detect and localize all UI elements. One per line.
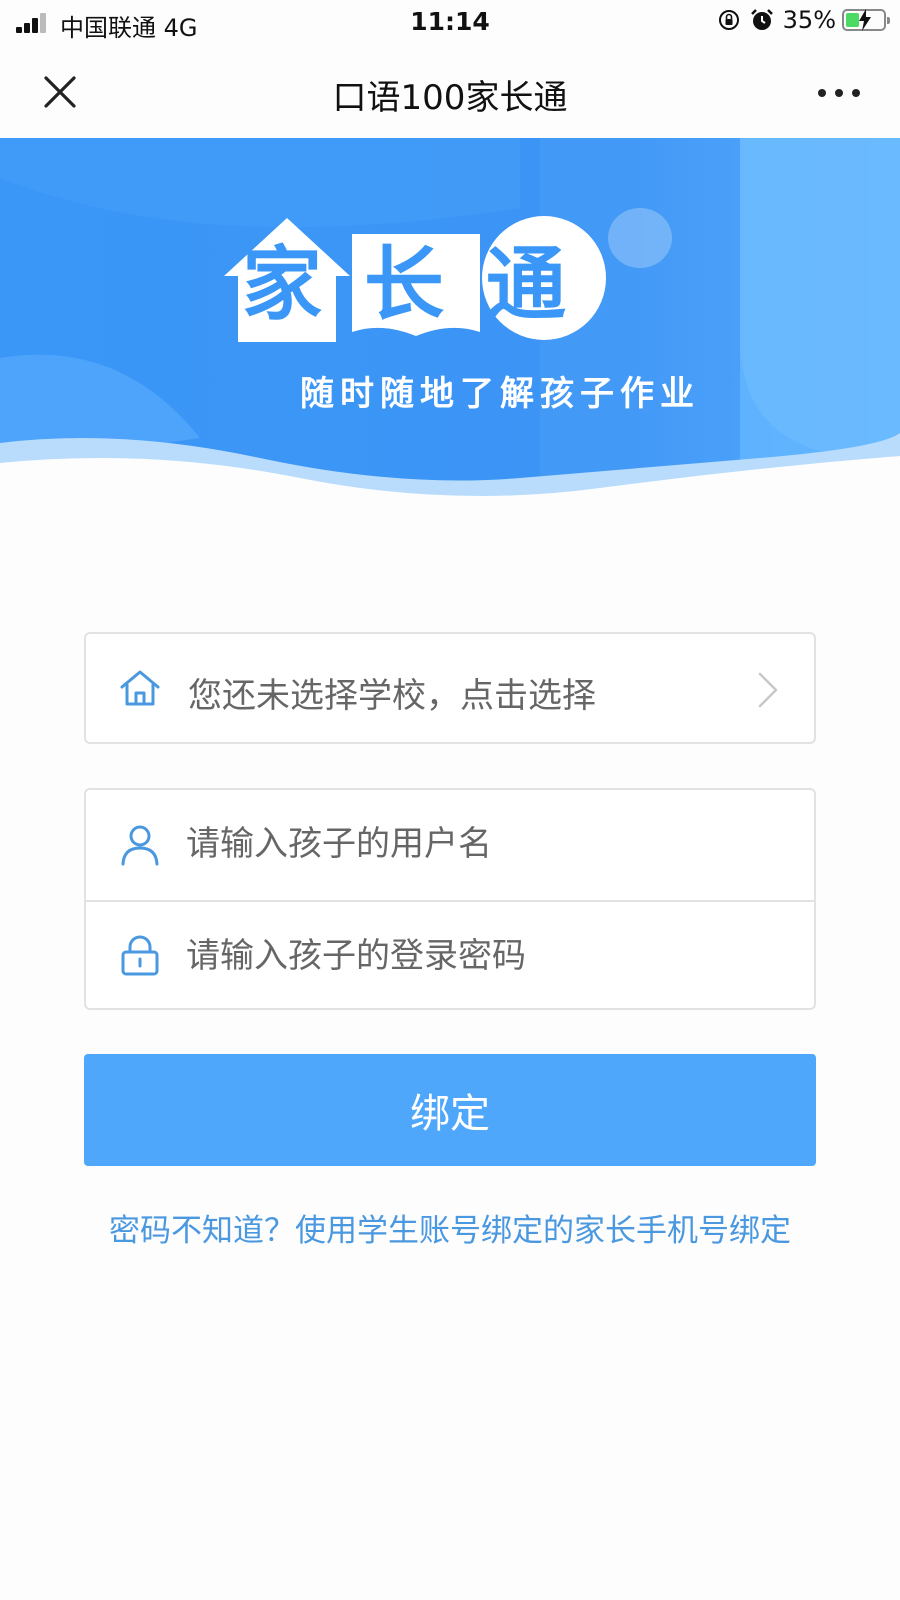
school-placeholder: 您还未选择学校，点击选择	[188, 676, 596, 716]
battery-charging-icon	[842, 9, 890, 31]
header-banner: 家长通 随时随地了解孩子作业	[0, 138, 900, 518]
user-icon	[121, 825, 159, 866]
credentials-form	[84, 788, 816, 1010]
school-selector[interactable]: 您还未选择学校，点击选择	[84, 632, 816, 744]
battery-percent: 35%	[782, 6, 836, 34]
logo-text-group: 家长通	[224, 214, 624, 344]
school-row[interactable]: 您还未选择学校，点击选择	[86, 634, 814, 744]
bolt-icon	[859, 9, 871, 31]
page-title: 口语100家长通	[332, 78, 568, 118]
status-right-group: 35%	[717, 6, 890, 34]
username-row	[86, 790, 814, 900]
nav-bar: 口语100家长通	[0, 46, 900, 138]
phone-bind-link[interactable]: 密码不知道？使用学生账号绑定的家长手机号绑定	[0, 1205, 900, 1250]
banner-slogan: 随时随地了解孩子作业	[300, 374, 700, 414]
username-input[interactable]	[186, 816, 786, 872]
rotation-lock-icon	[718, 10, 739, 30]
alarm-icon	[750, 9, 773, 30]
logo-text: 家长通	[242, 238, 608, 331]
more-icon[interactable]	[814, 78, 864, 108]
bind-button[interactable]: 绑定	[84, 1054, 816, 1166]
lock-icon	[121, 935, 159, 976]
chevron-right-icon	[758, 672, 778, 708]
password-row	[86, 900, 814, 1010]
status-bar: 中国联通 4G 11:14 35%	[0, 0, 900, 46]
home-icon	[120, 670, 160, 706]
password-input[interactable]	[186, 928, 786, 984]
